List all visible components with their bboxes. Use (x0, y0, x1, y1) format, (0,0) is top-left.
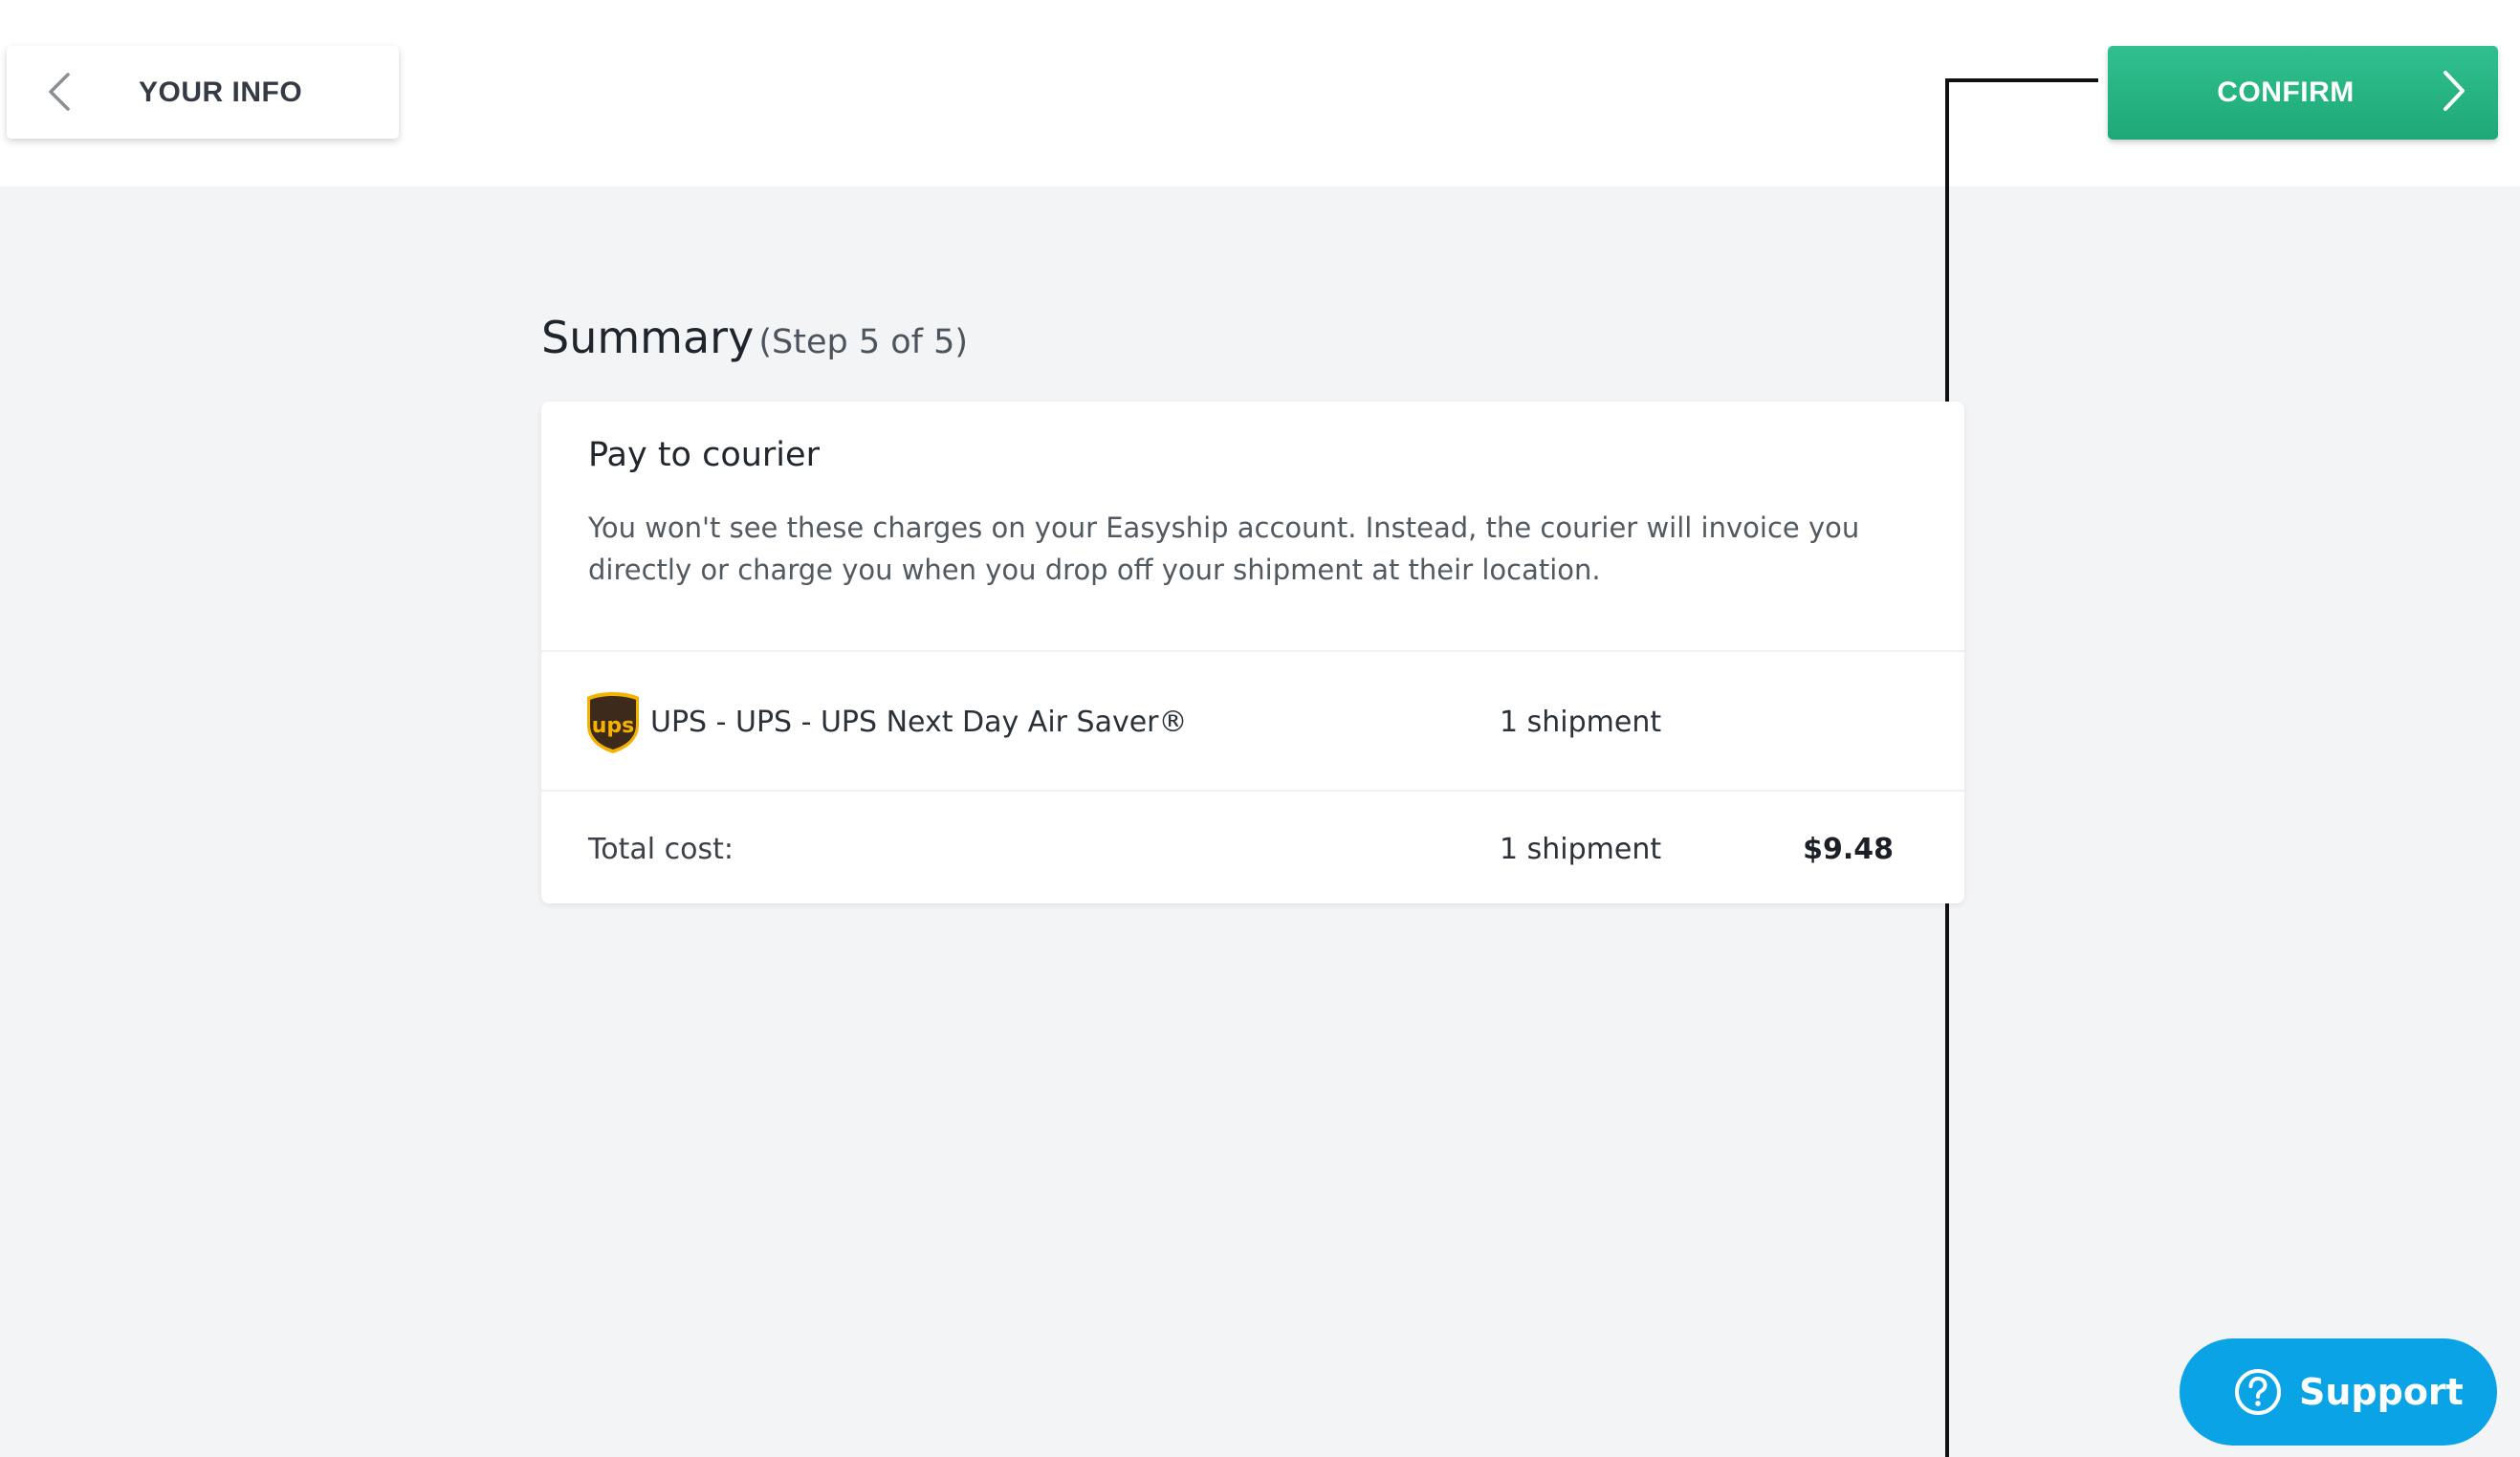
pay-to-courier-card: Pay to courier You won't see these charg… (541, 402, 1964, 903)
courier-shipment-count: 1 shipment (1500, 706, 1662, 739)
divider (541, 650, 1964, 652)
courier-service-name: UPS - UPS - UPS Next Day Air Saver® (650, 706, 1188, 739)
back-button[interactable]: YOUR INFO (7, 46, 399, 139)
total-shipment-count: 1 shipment (1500, 833, 1662, 866)
card-heading: Pay to courier (588, 436, 820, 474)
ups-logo-icon: ups (587, 692, 639, 753)
page-title: Summary (Step 5 of 5) (541, 304, 968, 371)
page-title-text: Summary (541, 312, 755, 363)
step-indicator: (Step 5 of 5) (758, 323, 969, 361)
total-cost-value: $9.48 (1803, 833, 1894, 866)
question-circle-icon (2235, 1369, 2281, 1415)
total-cost-label: Total cost: (588, 833, 734, 866)
annotation-line-horizontal (1945, 78, 2098, 82)
confirm-button-label: CONFIRM (2217, 76, 2355, 108)
chevron-right-icon (2443, 71, 2465, 111)
divider (541, 790, 1964, 792)
top-bar: YOUR INFO CONFIRM (0, 0, 2520, 186)
back-button-label: YOUR INFO (139, 76, 303, 108)
card-description: You won't see these charges on your Easy… (588, 511, 1860, 586)
support-button[interactable]: Support (2180, 1338, 2497, 1446)
support-button-label: Support (2299, 1371, 2464, 1413)
chevron-left-icon (49, 73, 70, 111)
ups-logo-text: ups (592, 714, 635, 738)
